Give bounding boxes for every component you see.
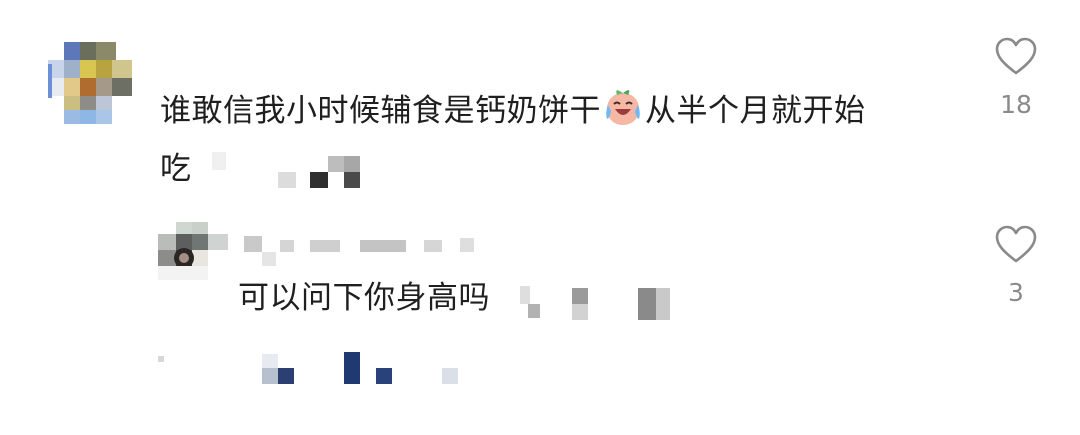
avatar[interactable] [158, 222, 228, 280]
avatar[interactable] [48, 42, 132, 124]
crying-laughing-peach-icon [603, 87, 643, 127]
comment-text-line2: 吃 [160, 151, 192, 187]
like-count: 18 [1000, 90, 1032, 119]
like-button[interactable]: 3 [986, 224, 1046, 307]
reply-text: 可以问下你身高吗 [238, 280, 490, 316]
heart-outline-icon [995, 37, 1037, 75]
heart-outline-icon [995, 225, 1037, 263]
like-count: 3 [1008, 278, 1024, 307]
comment-text: 谁敢信我小时候辅食是钙奶饼干 从半个月就开始 吃 [160, 82, 940, 198]
like-button[interactable]: 18 [986, 36, 1046, 119]
comment-text-main: 谁敢信我小时候辅食是钙奶饼干 [160, 93, 601, 129]
comment-text-tail: 从半个月就开始 [645, 93, 866, 129]
